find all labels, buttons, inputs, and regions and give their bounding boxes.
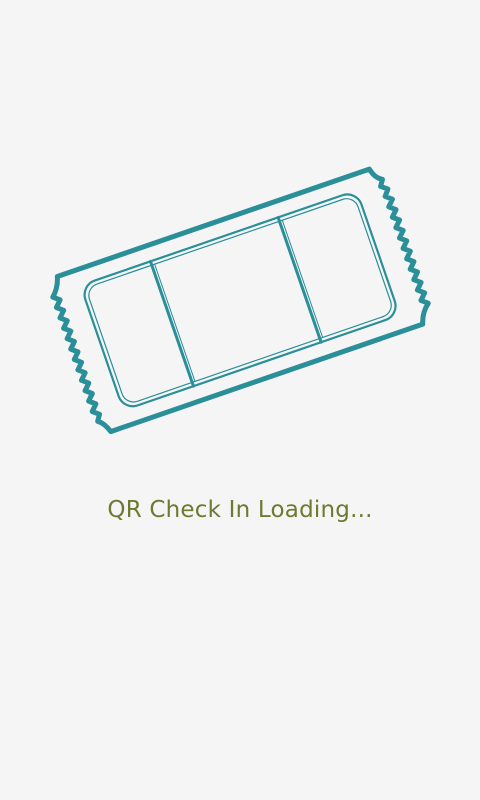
splash-screen: QR Check In Loading... [0,0,480,800]
ticket-icon [50,166,431,435]
loading-status-text: QR Check In Loading... [107,497,373,523]
